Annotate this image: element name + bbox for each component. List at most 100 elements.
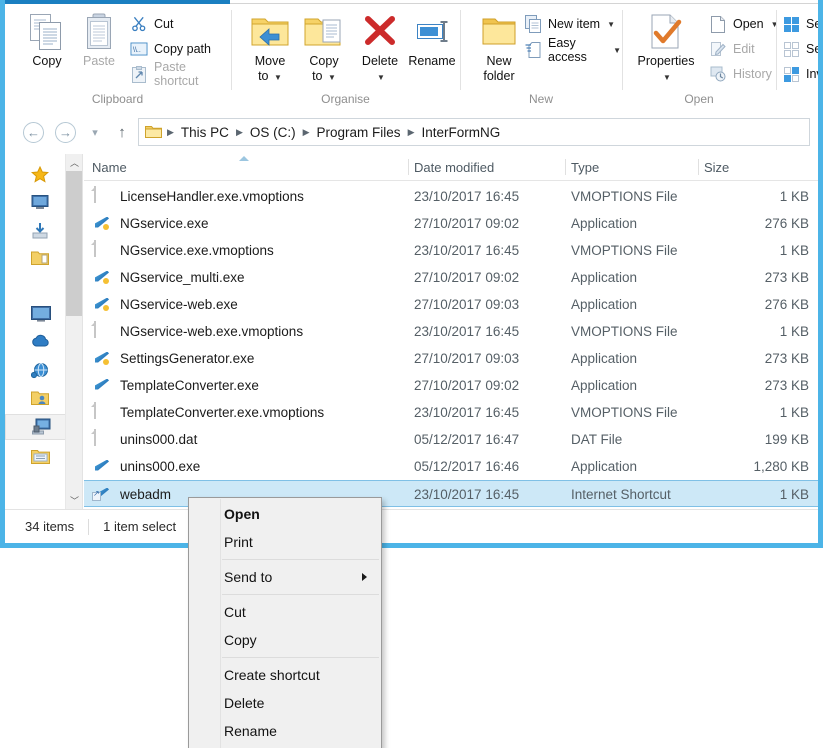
file-size: 1 KB: [779, 324, 809, 339]
edit-button[interactable]: Edit: [708, 37, 755, 61]
file-name: LicenseHandler.exe.vmoptions: [120, 189, 304, 204]
context-menu-separator: [222, 559, 379, 560]
table-row[interactable]: LicenseHandler.exe.vmoptions 23/10/2017 …: [84, 183, 818, 210]
table-row[interactable]: NGservice.exe 27/10/2017 09:02 Applicati…: [84, 210, 818, 237]
chevron-down-icon[interactable]: ▼: [607, 20, 615, 29]
breadcrumb-this-pc[interactable]: This PC: [176, 125, 234, 140]
generic-file-icon: [92, 401, 112, 423]
invert-selection-button[interactable]: Inve: [781, 62, 818, 86]
downloads-icon: [31, 222, 49, 240]
table-row[interactable]: SettingsGenerator.exe 27/10/2017 09:03 A…: [84, 345, 818, 372]
sidebar-item-quick-access[interactable]: [5, 162, 67, 188]
select-none-button-label: Sele: [806, 42, 822, 56]
sidebar-item-libraries[interactable]: [5, 444, 67, 470]
edit-pencil-icon: [708, 39, 728, 59]
breadcrumb-arrow-icon[interactable]: ▶: [407, 127, 416, 138]
table-row[interactable]: unins000.exe 05/12/2017 16:46 Applicatio…: [84, 453, 818, 480]
context-menu-item-create-shortcut[interactable]: Create shortcut: [189, 661, 381, 689]
up-arrow-icon: ↑: [118, 124, 126, 141]
select-none-button[interactable]: Sele: [781, 37, 822, 61]
easy-access-button[interactable]: Easy access ▼: [523, 36, 621, 64]
file-size: 199 KB: [764, 432, 809, 447]
breadcrumb-program-files[interactable]: Program Files: [312, 125, 406, 140]
sidebar-item-network[interactable]: [5, 358, 67, 384]
file-name: NGservice-web.exe: [120, 297, 238, 312]
open-file-icon: [708, 14, 728, 34]
table-row[interactable]: NGservice.exe.vmoptions 23/10/2017 16:45…: [84, 237, 818, 264]
chevron-down-icon[interactable]: ▼: [613, 46, 621, 55]
chevron-down-icon[interactable]: ﹀: [66, 492, 82, 509]
generic-file-icon: [92, 428, 112, 450]
properties-button[interactable]: Properties ▼: [627, 10, 705, 85]
context-menu-item-print[interactable]: Print: [189, 528, 381, 556]
sidebar-item-desktop[interactable]: [5, 190, 67, 216]
chevron-down-icon[interactable]: ▼: [663, 73, 671, 82]
back-arrow-icon: ←: [27, 125, 40, 140]
table-row[interactable]: TemplateConverter.exe 27/10/2017 09:02 A…: [84, 372, 818, 399]
new-folder-button[interactable]: New folder: [467, 10, 531, 84]
forward-button[interactable]: →: [55, 122, 76, 143]
recent-locations-button[interactable]: ▾: [86, 122, 104, 143]
history-button[interactable]: History: [708, 62, 772, 86]
column-divider[interactable]: [698, 159, 699, 175]
easy-access-icon: [523, 40, 543, 60]
up-button[interactable]: ↑: [112, 122, 132, 143]
open-button[interactable]: Open ▼: [708, 12, 779, 36]
copy-to-button[interactable]: Copy to ▼: [292, 10, 356, 85]
column-header-type[interactable]: Type: [571, 154, 599, 180]
rename-button[interactable]: Rename: [400, 10, 464, 69]
table-row[interactable]: unins000.dat 05/12/2017 16:47 DAT File 1…: [84, 426, 818, 453]
rename-icon: [400, 10, 464, 54]
context-menu-item-print-label: Print: [224, 534, 253, 550]
paste-button[interactable]: Paste: [67, 10, 131, 69]
table-row[interactable]: TemplateConverter.exe.vmoptions 23/10/20…: [84, 399, 818, 426]
column-header-name[interactable]: Name: [92, 154, 127, 180]
chevron-down-icon[interactable]: ▼: [274, 73, 282, 82]
context-menu-item-cut[interactable]: Cut: [189, 598, 381, 626]
table-row[interactable]: NGservice_multi.exe 27/10/2017 09:02 App…: [84, 264, 818, 291]
context-menu-item-copy[interactable]: Copy: [189, 626, 381, 654]
sidebar-item-documents[interactable]: [5, 246, 67, 272]
table-row[interactable]: NGservice-web.exe.vmoptions 23/10/2017 1…: [84, 318, 818, 345]
chevron-down-icon[interactable]: ▼: [377, 73, 385, 82]
context-menu-item-rename[interactable]: Rename: [189, 717, 381, 745]
navpane-scrollbar[interactable]: ︿ ﹀: [65, 154, 82, 509]
sidebar-item-downloads[interactable]: [5, 218, 67, 244]
chevron-up-icon[interactable]: ︿: [66, 154, 82, 171]
generic-file-icon: [92, 320, 112, 342]
file-type: Application: [571, 270, 638, 285]
copy-path-button[interactable]: \\.. Copy path: [129, 37, 211, 61]
breadcrumb-os-c[interactable]: OS (C:): [245, 125, 301, 140]
file-list: Name Date modified Type Size LicenseHand…: [84, 154, 818, 509]
sidebar-item-user-folder[interactable]: [5, 386, 67, 412]
context-menu-item-send-to-label: Send to: [224, 569, 273, 585]
select-all-button[interactable]: Sele: [781, 12, 818, 36]
address-path-box[interactable]: ▶ This PC ▶ OS (C:) ▶ Program Files ▶ In…: [138, 118, 810, 146]
file-type: VMOPTIONS File: [571, 243, 678, 258]
paste-shortcut-button[interactable]: Paste shortcut: [129, 60, 230, 88]
column-header-size[interactable]: Size: [704, 154, 729, 180]
chevron-down-icon[interactable]: ▼: [328, 73, 336, 82]
column-divider[interactable]: [565, 159, 566, 175]
context-menu-item-send-to[interactable]: Send to: [189, 563, 381, 591]
context-menu-item-delete[interactable]: Delete: [189, 689, 381, 717]
sidebar-item-this-pc[interactable]: [5, 302, 67, 328]
breadcrumb-interformng[interactable]: InterFormNG: [416, 125, 505, 140]
sidebar-item-computer[interactable]: [5, 414, 67, 440]
cut-button[interactable]: Cut: [129, 12, 173, 36]
column-header-name-label: Name: [92, 159, 127, 175]
column-divider[interactable]: [408, 159, 409, 175]
new-item-button[interactable]: New item ▼: [523, 12, 615, 36]
column-header-date[interactable]: Date modified: [414, 154, 494, 180]
rename-button-label: Rename: [408, 54, 456, 68]
breadcrumb-arrow-icon[interactable]: ▶: [302, 127, 311, 138]
ribbon-group-select: Sele Sele: [777, 4, 822, 110]
sidebar-item-onedrive[interactable]: [5, 330, 67, 356]
scrollbar-thumb[interactable]: [66, 171, 82, 316]
breadcrumb-arrow-icon[interactable]: ▶: [235, 127, 244, 138]
column-header-size-label: Size: [704, 159, 730, 175]
table-row[interactable]: NGservice-web.exe 27/10/2017 09:03 Appli…: [84, 291, 818, 318]
back-button[interactable]: ←: [23, 122, 44, 143]
context-menu-item-open[interactable]: Open: [189, 500, 381, 528]
move-to-button-label-2: to: [258, 69, 269, 83]
